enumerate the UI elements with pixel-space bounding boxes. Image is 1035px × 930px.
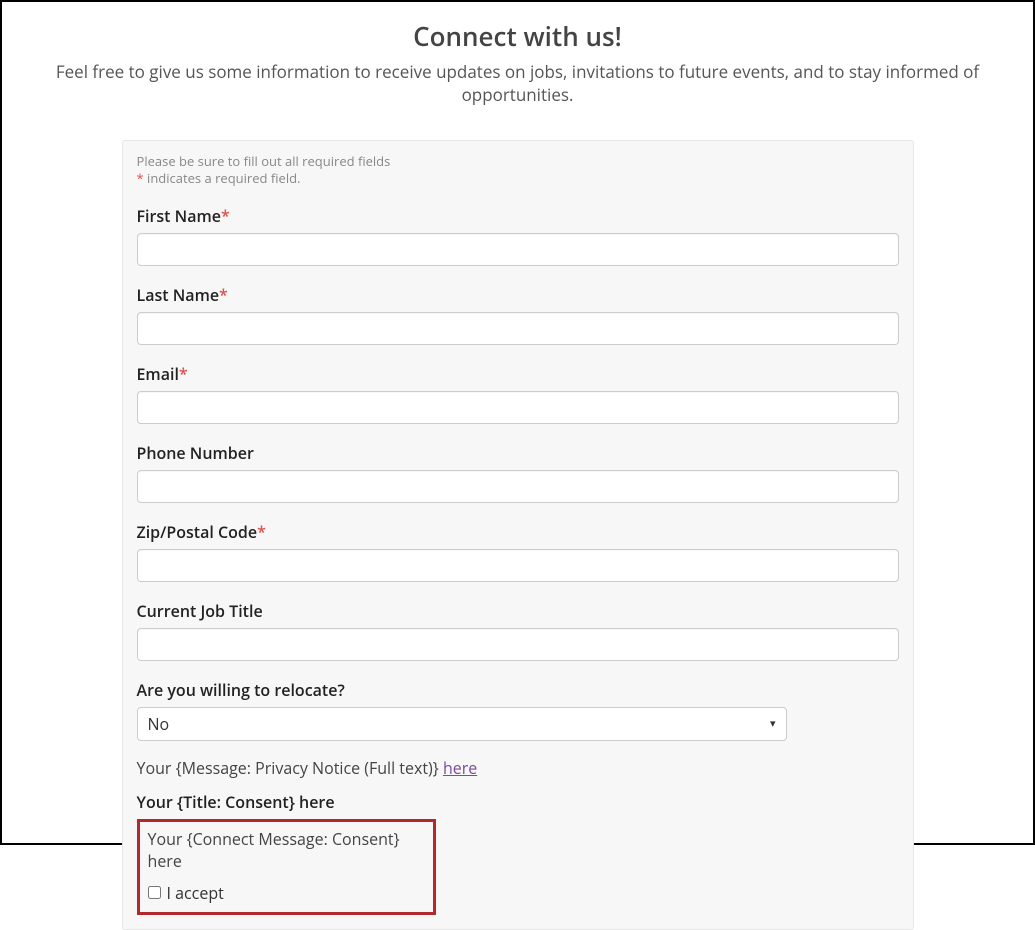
email-input[interactable]	[137, 391, 899, 424]
last-name-group: Last Name*	[137, 284, 899, 345]
form-container: Please be sure to fill out all required …	[122, 140, 914, 930]
job-title-input[interactable]	[137, 628, 899, 661]
required-notice: Please be sure to fill out all required …	[137, 153, 899, 187]
consent-highlight-box: Your {Connect Message: Consent} here I a…	[137, 819, 436, 915]
first-name-input[interactable]	[137, 233, 899, 266]
relocate-select-wrapper: No ▾	[137, 707, 787, 741]
first-name-label: First Name*	[137, 205, 899, 227]
page-header: Connect with us! Feel free to give us so…	[14, 10, 1021, 116]
zip-label: Zip/Postal Code*	[137, 521, 899, 543]
page-subtitle: Feel free to give us some information to…	[14, 60, 1021, 106]
phone-input[interactable]	[137, 470, 899, 503]
last-name-input[interactable]	[137, 312, 899, 345]
last-name-label: Last Name*	[137, 284, 899, 306]
email-label: Email*	[137, 363, 899, 385]
email-group: Email*	[137, 363, 899, 424]
accept-label: I accept	[167, 882, 224, 904]
notice-line2: indicates a required field.	[144, 169, 301, 187]
privacy-notice-row: Your {Message: Privacy Notice (Full text…	[137, 757, 899, 779]
page-title: Connect with us!	[14, 18, 1021, 54]
relocate-label: Are you willing to relocate?	[137, 679, 899, 701]
relocate-group: Are you willing to relocate? No ▾	[137, 679, 899, 741]
required-marker: *	[257, 521, 266, 543]
required-marker: *	[219, 284, 228, 306]
zip-group: Zip/Postal Code*	[137, 521, 899, 582]
notice-line1: Please be sure to fill out all required …	[137, 152, 391, 170]
privacy-link[interactable]: here	[443, 757, 477, 779]
first-name-group: First Name*	[137, 205, 899, 266]
consent-message: Your {Connect Message: Consent} here	[148, 828, 425, 872]
required-marker: *	[221, 205, 230, 227]
relocate-selected-value: No	[148, 713, 170, 735]
relocate-select[interactable]: No ▾	[137, 707, 787, 741]
privacy-prefix: Your {Message: Privacy Notice (Full text…	[137, 757, 443, 779]
accept-row: I accept	[148, 882, 425, 904]
required-marker: *	[179, 363, 188, 385]
phone-label: Phone Number	[137, 442, 899, 464]
phone-group: Phone Number	[137, 442, 899, 503]
accept-checkbox[interactable]	[148, 886, 161, 899]
job-title-label: Current Job Title	[137, 600, 899, 622]
zip-input[interactable]	[137, 549, 899, 582]
job-title-group: Current Job Title	[137, 600, 899, 661]
asterisk-icon: *	[137, 169, 144, 187]
caret-down-icon: ▾	[770, 716, 776, 731]
consent-title: Your {Title: Consent} here	[137, 791, 899, 813]
